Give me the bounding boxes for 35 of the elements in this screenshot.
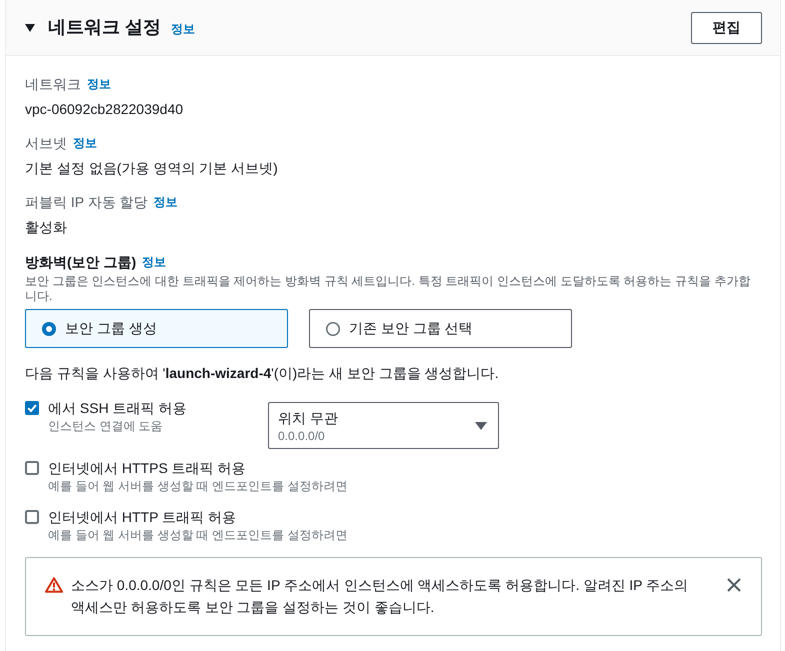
warning-icon [45,577,63,593]
close-icon[interactable] [727,578,741,592]
field-label: 서브넷 [25,134,67,153]
info-link[interactable]: 정보 [142,252,166,272]
field-value: vpc-06092cb2822039d40 [25,100,184,119]
checkbox-description: 예를 들어 웹 서버를 생성할 때 엔드포인트를 설정하려면 [48,527,348,543]
alert-message: 소스가 0.0.0.0/0인 규칙은 모든 IP 주소에서 인스턴스에 액세스하도록 허용합니다. 알려진 IP 주소의 액세스만 허용하도록 보안 그룹을 설정하는 것이 좋습니다. [71,576,690,617]
radio-empty-icon [326,322,340,336]
checkbox-label: 에서 SSH 트래픽 허용 [48,399,186,418]
caret-icon[interactable] [25,22,35,32]
field-label: 퍼블릭 IP 자동 할당 [25,193,148,212]
edit-button[interactable]: 편집 [691,12,762,44]
checkbox-description: 예를 들어 웹 서버를 생성할 때 엔드포인트를 설정하려면 [48,478,348,494]
info-link[interactable]: 정보 [87,74,111,94]
checkbox[interactable] [25,401,39,415]
field-description: 보안 그룹은 인스턴스에 대한 트래픽을 제어하는 방화벽 규칙 세트입니다. 특정 트래픽이 인스턴스에 도달하도록 허용하는 규칙을 추가합니다. [25,274,752,304]
checkbox-label: 인터넷에서 HTTP 트래픽 허용 [48,508,236,527]
info-link[interactable]: 정보 [73,133,97,153]
field-label: 네트워크 [25,75,81,94]
rule-note: 다음 규칙을 사용하여 'launch-wizard-4'(이)라는 새 보안 그룹을 생성합니다. [25,364,499,383]
source-select[interactable]: 위치 무관 0.0.0.0/0 [268,402,499,449]
info-link[interactable]: 정보 [154,192,178,212]
info-link[interactable]: 정보 [171,22,196,36]
field-value: 활성화 [25,218,67,237]
checkbox-label: 인터넷에서 HTTPS 트래픽 허용 [48,459,246,478]
checkbox[interactable] [25,510,39,524]
field-label: 방화벽(보안 그룹) [25,253,136,272]
radio-selected-icon [42,322,56,336]
section-title: 네트워크 설정 [48,16,162,39]
field-value: 기본 설정 없음(가용 영역의 기본 서브넷) [25,159,278,178]
checkbox-description: 인스턴스 연결에 도움 [48,418,163,434]
radio-option[interactable]: 보안 그룹 생성 [25,309,288,348]
dropdown-caret-icon [475,420,487,430]
radio-option[interactable]: 기존 보안 그룹 선택 [309,309,572,348]
checkbox[interactable] [25,461,39,475]
